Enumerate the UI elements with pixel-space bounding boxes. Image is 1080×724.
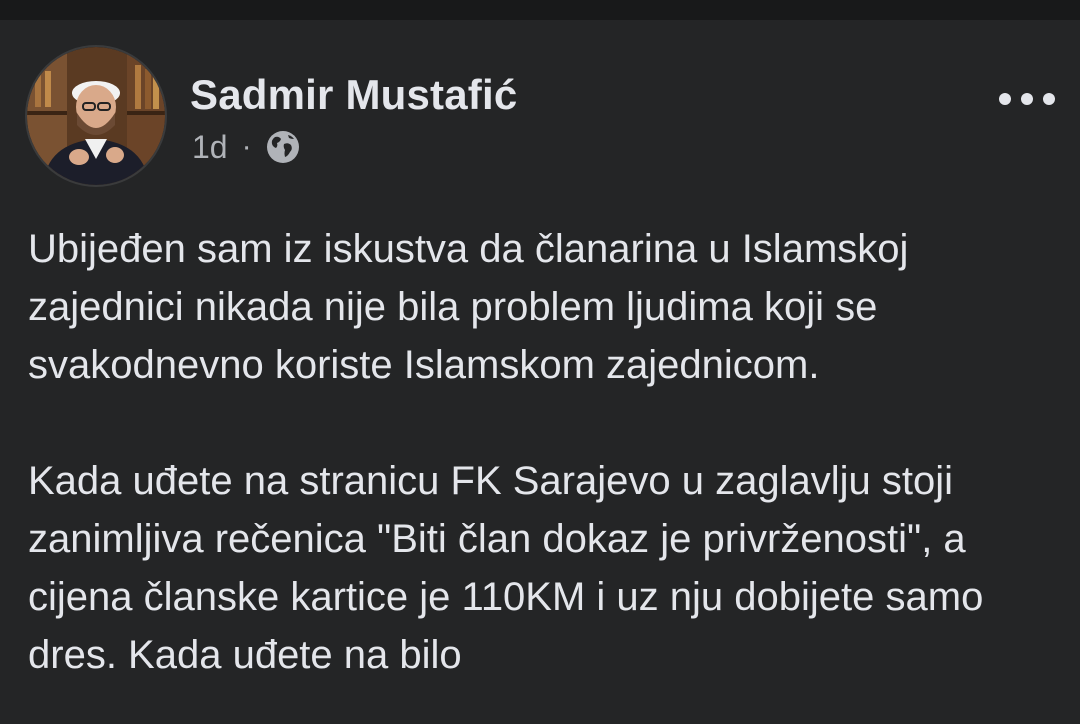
meta-separator: · [241,130,252,163]
more-dot [1021,93,1033,105]
author-name[interactable]: Sadmir Mustafić [190,71,517,119]
post-paragraph-2: Kada uđete na stranicu FK Sarajevo u zag… [28,459,984,677]
avatar-image [27,47,165,185]
top-bar [0,0,1080,20]
more-dot [1043,93,1055,105]
post-time[interactable]: 1d [192,129,228,166]
post-paragraph-1: Ubijeđen sam iz iskustva da članarina u … [28,227,909,387]
post-header: Sadmir Mustafić 1d · [25,45,1055,187]
globe-icon [266,130,300,164]
more-dot [999,93,1011,105]
avatar[interactable] [25,45,167,187]
more-options-icon[interactable] [999,81,1055,117]
post-meta: 1d · [192,127,300,167]
post-body: Ubijeđen sam iz iskustva da članarina u … [28,220,1058,684]
